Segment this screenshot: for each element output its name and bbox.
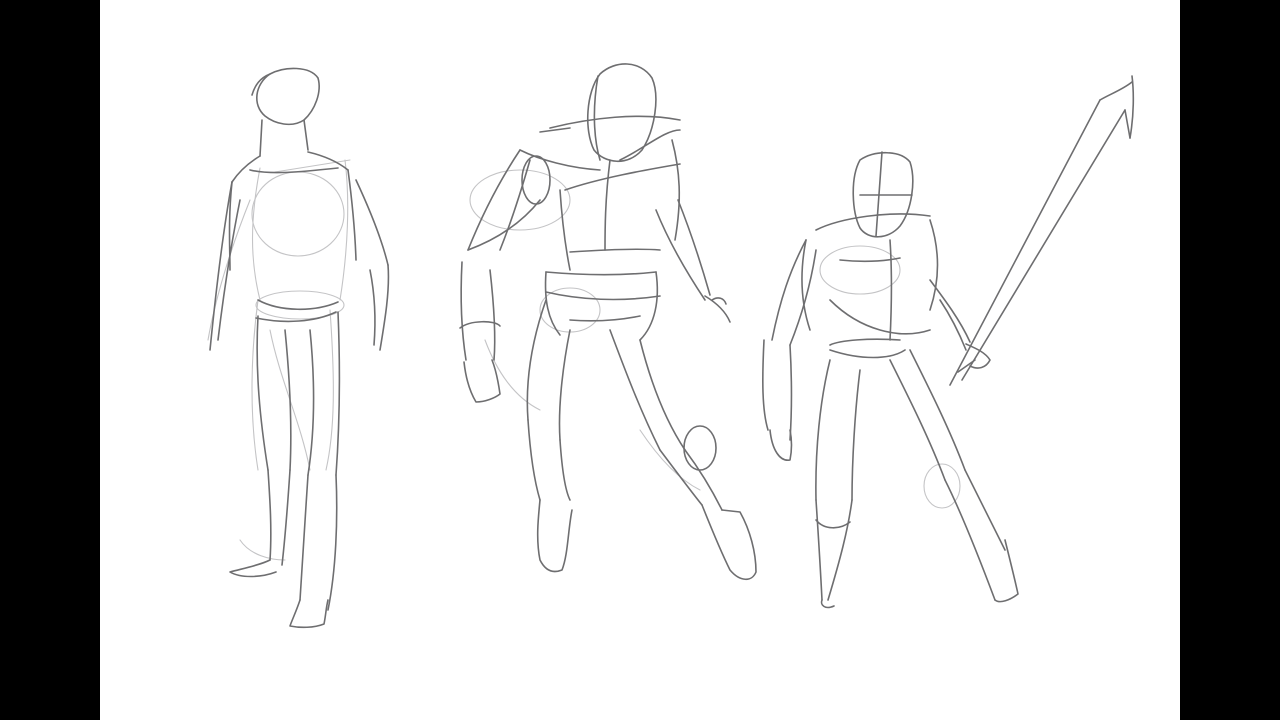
figure-with-sword: [762, 75, 1135, 609]
figure-3-lines: [762, 75, 1135, 609]
figure-2-construction: [469, 169, 701, 491]
sketch-figures: [207, 63, 1135, 629]
letterbox-left: [0, 0, 100, 720]
figure-3-construction: [819, 245, 961, 509]
figure-1-foot-right: [289, 599, 329, 629]
sword-blade: [949, 99, 1101, 386]
figure-standing-back: [207, 67, 390, 629]
figure-stepping-forward: [459, 63, 757, 581]
drawing-canvas: [100, 0, 1180, 720]
figure-1-foot-left: [229, 559, 277, 578]
figure-1-lines: [209, 67, 390, 629]
letterbox-right: [1180, 0, 1280, 720]
figure-1-head: [256, 67, 320, 126]
figure-2-lines: [459, 63, 757, 581]
video-frame: [0, 0, 1280, 720]
